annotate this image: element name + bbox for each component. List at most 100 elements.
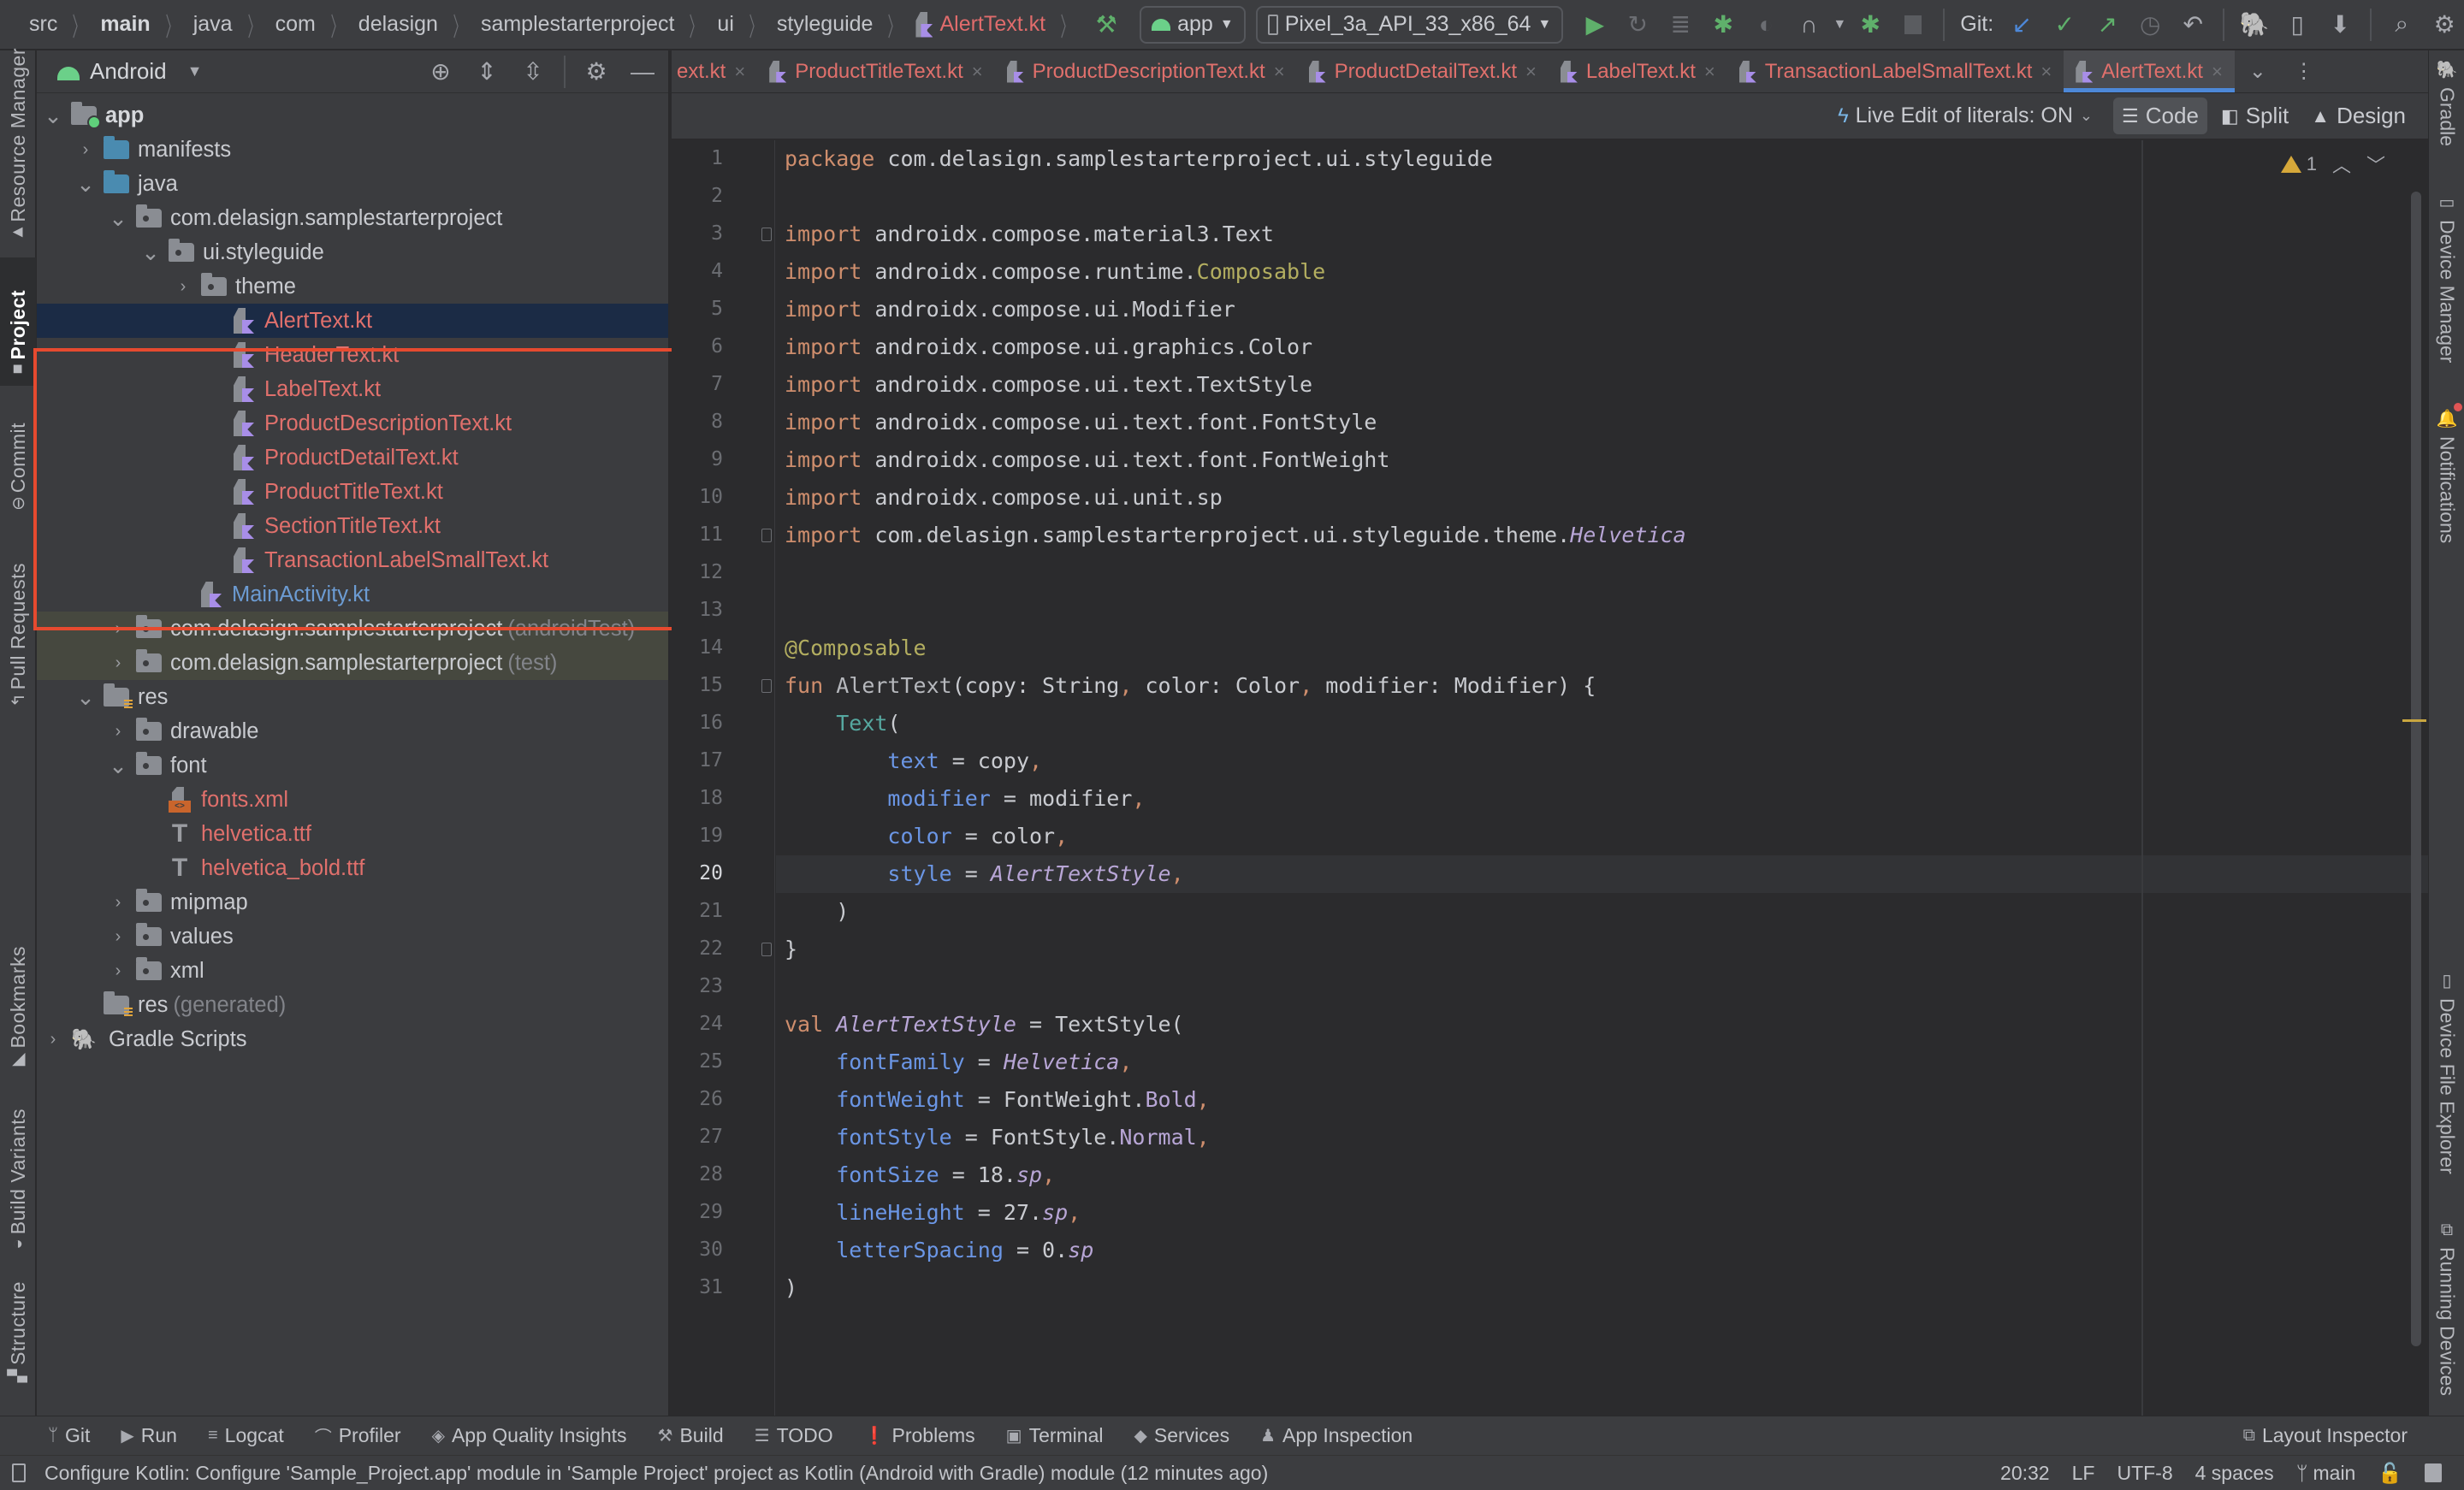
editor-tab-productdescriptiontext-kt[interactable]: ProductDescriptionText.kt × xyxy=(995,50,1297,92)
tool-tab-resource-manager[interactable]: ▲ Resource Manager xyxy=(0,48,36,249)
editor-tab-labeltext-kt[interactable]: LabelText.kt × xyxy=(1549,50,1727,92)
tool-tab-build-variants[interactable]: ◒ Build Variants xyxy=(0,1090,36,1261)
chevron-down-icon[interactable]: ⌄ xyxy=(76,684,95,711)
code-line[interactable]: } xyxy=(776,931,2428,968)
chevron-down-icon[interactable]: ⌄ xyxy=(109,753,127,779)
tool-tab-commit[interactable]: ⊖ Commit xyxy=(0,393,36,521)
search-icon[interactable]: ⌕ xyxy=(2380,3,2423,46)
code-line[interactable]: style = AlertTextStyle, xyxy=(776,855,2428,893)
expand-all-icon[interactable]: ⇕ xyxy=(470,55,504,89)
fold-marker-icon[interactable] xyxy=(761,679,772,693)
code-line[interactable]: letterSpacing = 0.sp xyxy=(776,1232,2428,1269)
code-line[interactable]: modifier = modifier, xyxy=(776,780,2428,818)
git-push-icon[interactable]: ↗ xyxy=(2086,3,2129,46)
tool-tab-structure[interactable]: ▞ Structure xyxy=(0,1274,36,1393)
debug-icon[interactable]: ✱ xyxy=(1702,3,1744,46)
tree-item-producttitletext-kt[interactable]: ›ProductTitleText.kt xyxy=(37,475,668,509)
tool-todo[interactable]: ☰ TODO xyxy=(755,1424,833,1447)
editor-tab-productdetailtext-kt[interactable]: ProductDetailText.kt × xyxy=(1297,50,1549,92)
tree-item-alerttext-kt[interactable]: ›AlertText.kt xyxy=(37,304,668,338)
editor-tab-alerttext-kt[interactable]: AlertText.kt × xyxy=(2064,50,2235,92)
vertical-scrollbar[interactable] xyxy=(2411,192,2421,1346)
breadcrumb-item[interactable]: main xyxy=(97,0,153,50)
code-editor[interactable]: 1 2 3 4 5 6 7 8 9 10 11 12 13 14 15 16 17 18 19 20 21 22 23 24 2… xyxy=(672,140,2428,1416)
chevron-right-icon[interactable]: › xyxy=(109,893,127,913)
chevron-down-icon[interactable]: ⌄ xyxy=(76,171,95,198)
tool-app-inspection[interactable]: ♟ App Inspection xyxy=(1260,1424,1413,1447)
code-line[interactable]: import androidx.compose.ui.text.font.Fon… xyxy=(776,404,2428,441)
breadcrumb-item[interactable]: ui xyxy=(714,0,737,50)
fold-marker-icon[interactable] xyxy=(761,943,772,956)
code-line[interactable]: val AlertTextStyle = TextStyle( xyxy=(776,1006,2428,1044)
chevron-right-icon[interactable]: › xyxy=(109,961,127,981)
tool-services[interactable]: ◆ Services xyxy=(1134,1424,1229,1447)
git-commit-icon[interactable]: ✓ xyxy=(2043,3,2086,46)
tree-item-sectiontitletext-kt[interactable]: ›SectionTitleText.kt xyxy=(37,509,668,543)
code-line[interactable]: @Composable xyxy=(776,630,2428,667)
status-message[interactable]: Configure Kotlin: Configure 'Sample_Proj… xyxy=(44,1462,1268,1485)
event-log-icon[interactable] xyxy=(2425,1463,2442,1482)
sdk-manager-icon[interactable]: ⬇ xyxy=(2319,3,2361,46)
chevron-right-icon[interactable]: › xyxy=(76,140,95,160)
breadcrumb-item[interactable]: styleguide xyxy=(773,0,877,50)
tree-item-font[interactable]: ⌄ font xyxy=(37,748,668,783)
breadcrumb-item[interactable]: samplestarterproject xyxy=(477,0,678,50)
tree-item-gradle-scripts[interactable]: › 🐘 Gradle Scripts xyxy=(37,1022,668,1056)
tool-tab-running-devices[interactable]: ⧉ Running Devices xyxy=(2429,1221,2464,1396)
tree-item-com-delasign-samplestarterproject-androidtest[interactable]: › com.delasign.samplestarterproject (andro… xyxy=(37,612,668,646)
code-line[interactable]: fontSize = 18.sp, xyxy=(776,1156,2428,1194)
readonly-lock-icon[interactable]: 🔓 xyxy=(2378,1462,2402,1485)
line-separator[interactable]: LF xyxy=(2072,1462,2095,1485)
tool-app-quality-insights[interactable]: ◈ App Quality Insights xyxy=(432,1424,627,1447)
apply-code-changes-icon[interactable]: ≣ xyxy=(1659,3,1702,46)
tool-terminal[interactable]: ▣ Terminal xyxy=(1006,1424,1104,1447)
tree-item-drawable[interactable]: › drawable xyxy=(37,714,668,748)
settings-icon[interactable]: ⚙ xyxy=(2423,3,2464,46)
apply-changes-icon[interactable]: ↻ xyxy=(1616,3,1659,46)
chevron-down-icon[interactable]: ⌄ xyxy=(44,103,62,129)
tree-item-res-generated[interactable]: ›res(generated) xyxy=(37,988,668,1022)
editor-tab-transactionlabelsmalltext-kt[interactable]: TransactionLabelSmallText.kt × xyxy=(1727,50,2064,92)
git-branch-widget[interactable]: ᛘ main xyxy=(2296,1462,2356,1485)
tool-tab-device-file-explorer[interactable]: ▯ Device File Explorer xyxy=(2429,970,2464,1174)
run-icon[interactable]: ▶ xyxy=(1573,3,1616,46)
chevron-right-icon[interactable]: › xyxy=(109,722,127,742)
code-line[interactable]: color = color, xyxy=(776,818,2428,855)
fold-marker-icon[interactable] xyxy=(761,228,772,241)
breadcrumb-item[interactable]: AlertText.kt xyxy=(912,0,1049,50)
tool-tab-gradle[interactable]: 🐘 Gradle xyxy=(2429,59,2464,146)
next-highlight-icon[interactable]: ﹀ xyxy=(2366,151,2385,178)
code-line[interactable]: fontFamily = Helvetica, xyxy=(776,1044,2428,1081)
chevron-down-icon[interactable]: ⌄ xyxy=(109,205,127,232)
previous-highlight-icon[interactable]: ︿ xyxy=(2332,151,2351,178)
tool-tab-device-manager[interactable]: ▭ Device Manager xyxy=(2429,192,2464,363)
chevron-right-icon[interactable]: › xyxy=(109,927,127,947)
tool-tab-bookmarks[interactable]: ◣ Bookmarks xyxy=(0,923,36,1077)
project-view-selector[interactable]: Android xyxy=(90,58,167,85)
stop-icon[interactable] xyxy=(1892,3,1934,46)
tool-profiler[interactable]: ⌒ Profiler xyxy=(315,1423,401,1448)
tree-item-xml[interactable]: › xml xyxy=(37,954,668,988)
tree-item-productdetailtext-kt[interactable]: ›ProductDetailText.kt xyxy=(37,440,668,475)
gradle-sync-icon[interactable]: 🐘 xyxy=(2233,3,2276,46)
breadcrumb-item[interactable]: com xyxy=(272,0,319,50)
tool-build[interactable]: ⚒ Build xyxy=(658,1424,724,1447)
chevron-down-icon[interactable]: ▼ xyxy=(187,62,203,80)
close-icon[interactable]: × xyxy=(1704,61,1715,83)
inspection-widget[interactable]: 1 ︿ ﹀ xyxy=(2280,151,2385,178)
code-line[interactable] xyxy=(776,554,2428,592)
tool-logcat[interactable]: ≡ Logcat xyxy=(208,1424,284,1447)
run-config-selector[interactable]: app ▼ xyxy=(1140,5,1246,44)
hammer-icon[interactable]: ⚒ xyxy=(1085,3,1128,46)
chevron-right-icon[interactable]: › xyxy=(174,277,192,297)
code-line[interactable]: lineHeight = 27.sp, xyxy=(776,1194,2428,1232)
code-line[interactable]: import androidx.compose.ui.graphics.Colo… xyxy=(776,328,2428,366)
attach-debugger-process-icon[interactable]: ✱ xyxy=(1849,3,1892,46)
warning-scroll-marker[interactable] xyxy=(2402,719,2426,722)
more-options-icon[interactable]: ⋮ xyxy=(2281,50,2327,92)
code-mode-button[interactable]: ☰ Code xyxy=(2113,98,2207,134)
code-line[interactable]: import com.delasign.samplestarterproject… xyxy=(776,517,2428,554)
code-line[interactable] xyxy=(776,968,2428,1006)
code-line[interactable]: fontWeight = FontWeight.Bold, xyxy=(776,1081,2428,1119)
hide-panel-icon[interactable]: — xyxy=(625,55,660,89)
